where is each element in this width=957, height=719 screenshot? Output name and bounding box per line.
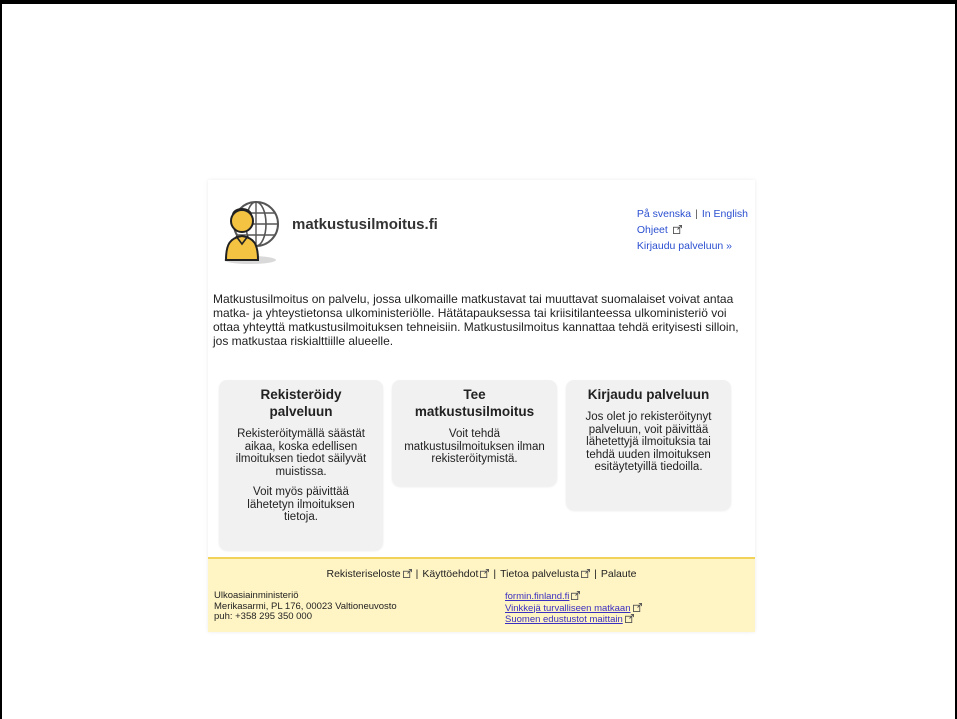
safe-travel-tips-link[interactable]: Vinkkejä turvalliseen matkaan — [505, 603, 631, 614]
org-phone: puh: +358 295 350 000 — [214, 611, 312, 622]
register-card-title: Rekisteröidy palveluun — [260, 387, 342, 419]
embassies-link[interactable]: Suomen edustustot maittain — [505, 614, 623, 625]
org-name: Ulkoasiainministeriö — [214, 590, 299, 601]
brand-name[interactable]: matkustusilmoitus.fi — [292, 216, 438, 233]
footer-link-terms[interactable]: Käyttöehdot — [422, 568, 490, 580]
external-link-icon — [632, 602, 642, 612]
footer-separator: | — [493, 568, 497, 580]
external-link-icon — [571, 591, 581, 600]
footer-external-links: formin.finland.fi Vinkkejä turvalliseen … — [505, 591, 642, 626]
external-link-icon — [402, 569, 412, 578]
top-links: På svenska | In English Ohjeet Kirjaudu pa… — [637, 206, 748, 254]
intro-text: Matkustusilmoitus on palvelu, jossa ulko… — [213, 292, 739, 348]
login-row: Kirjaudu palveluun » — [637, 238, 748, 254]
help-link[interactable]: Ohjeet — [637, 224, 668, 236]
swedish-link[interactable]: På svenska — [637, 208, 691, 220]
login-card-text: Jos olet jo rekisteröitynyt palveluun, v… — [585, 411, 712, 473]
footer-separator: | — [594, 568, 597, 580]
external-link-icon — [480, 569, 490, 578]
footer-separator: | — [415, 568, 419, 580]
login-link[interactable]: Kirjaudu palveluun » — [637, 240, 732, 252]
help-row: Ohjeet — [637, 222, 748, 238]
travel-notice-card-title: Tee matkustusilmoitus — [414, 387, 535, 419]
login-card[interactable]: Kirjaudu palveluun Jos olet jo rekisterö… — [566, 380, 731, 510]
footer-links: Rekisteriseloste | Käyttöehdot | Tietoa palv… — [208, 568, 755, 580]
travel-notice-card-text: Voit tehdä matkustusilmoituksen ilman re… — [404, 428, 545, 465]
page-container: matkustusilmoitus.fi På svenska | In Engli… — [208, 180, 755, 632]
language-links: På svenska | In English — [637, 206, 748, 222]
english-link[interactable]: In English — [702, 208, 748, 220]
external-link-icon — [624, 614, 634, 623]
footer-link-feedback[interactable]: Palaute — [601, 568, 637, 580]
footer-link-privacy[interactable]: Rekisteriseloste — [327, 568, 412, 580]
register-card-text: Rekisteröitymällä säästät aikaa, koska e… — [235, 428, 367, 478]
formin-link[interactable]: formin.finland.fi — [505, 591, 569, 602]
footer: Rekisteriseloste | Käyttöehdot | Tietoa palv… — [208, 557, 755, 632]
footer-contact: Ulkoasiainministeriö Merikasarmi, PL 176… — [214, 590, 397, 623]
external-link-icon — [672, 225, 682, 234]
travel-notice-card[interactable]: Tee matkustusilmoitus Voit tehdä matkust… — [392, 380, 557, 486]
language-separator: | — [695, 208, 698, 220]
traveler-globe-logo-icon[interactable] — [220, 194, 280, 266]
footer-link-about[interactable]: Tietoa palvelusta — [500, 568, 591, 580]
login-card-title: Kirjaudu palveluun — [587, 387, 710, 402]
external-link-icon — [581, 569, 591, 578]
register-card[interactable]: Rekisteröidy palveluun Rekisteröitymällä… — [219, 380, 383, 550]
register-card-text-2: Voit myös päivittää lähetetyn ilmoitukse… — [247, 486, 355, 523]
